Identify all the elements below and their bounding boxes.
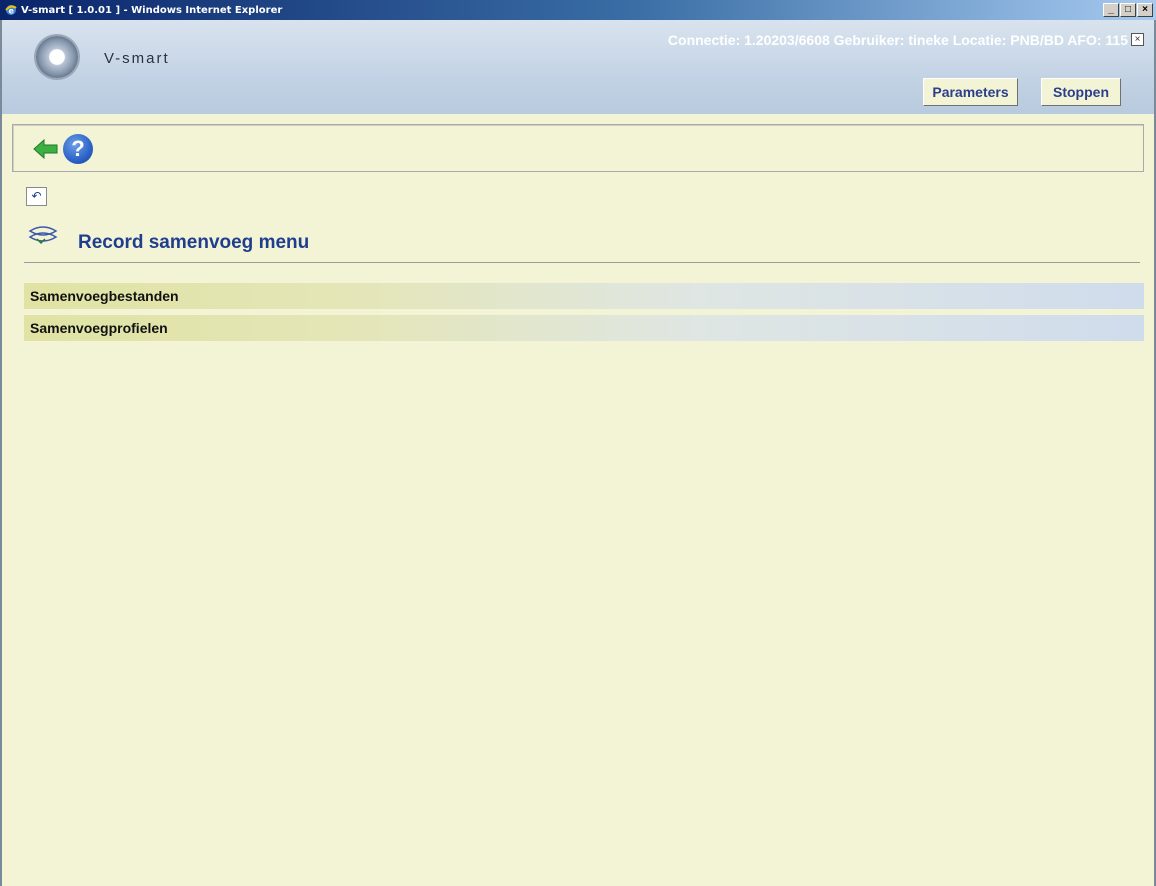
toolbar: ? <box>12 124 1144 172</box>
window-title: V-smart [ 1.0.01 ] - Windows Internet Ex… <box>21 4 283 16</box>
minimize-button[interactable]: _ <box>1103 3 1119 17</box>
ie-icon: e <box>5 5 17 16</box>
logo-icon <box>36 36 78 78</box>
maximize-button[interactable]: □ <box>1120 3 1136 17</box>
page-title: Record samenvoeg menu <box>78 232 310 253</box>
close-window-button[interactable]: × <box>1137 3 1153 17</box>
parameters-button[interactable]: Parameters <box>923 78 1018 106</box>
menu-list: Samenvoegbestanden Samenvoegprofielen <box>24 283 1144 347</box>
undo-icon[interactable]: ↶ <box>26 187 47 206</box>
window-titlebar: e V-smart [ 1.0.01 ] - Windows Internet … <box>0 0 1156 20</box>
menu-item-samenvoegbestanden[interactable]: Samenvoegbestanden <box>24 283 1144 309</box>
app-header: V-smart Connectie: 1.20203/6608 Gebruike… <box>2 20 1154 114</box>
stop-button[interactable]: Stoppen <box>1041 78 1121 106</box>
close-session-icon[interactable]: × <box>1131 33 1144 46</box>
merge-records-icon <box>28 226 58 245</box>
logo-text: V-smart <box>104 50 170 67</box>
svg-text:e: e <box>9 7 15 16</box>
back-arrow-icon[interactable] <box>33 139 59 159</box>
connection-info: Connectie: 1.20203/6608 Gebruiker: tinek… <box>667 32 1128 48</box>
help-icon[interactable]: ? <box>63 134 93 164</box>
menu-item-samenvoegprofielen[interactable]: Samenvoegprofielen <box>24 315 1144 341</box>
page-title-row: Record samenvoeg menu <box>24 222 1140 263</box>
